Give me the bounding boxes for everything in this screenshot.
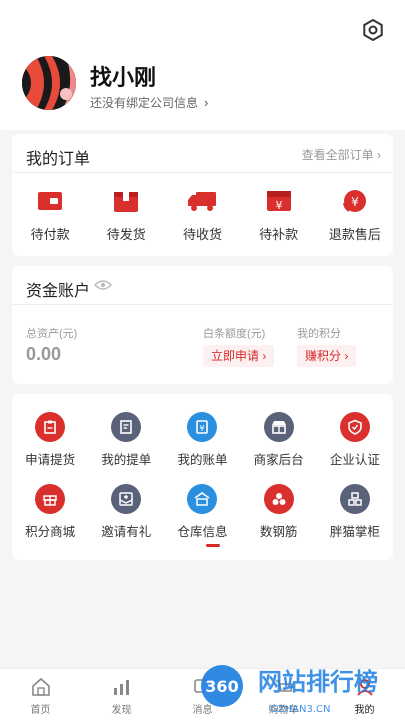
funds-account-card: 资金账户 总资产(元) 0.00 白条额度(元) 立即申请 › 我的积分 赚积分… bbox=[12, 266, 393, 384]
services-row: 积分商城 邀请有礼 仓库信息 数钢筋 胖猫掌柜 bbox=[12, 484, 393, 540]
yuan-card-icon: ¥ bbox=[264, 186, 294, 216]
order-pending-payment[interactable]: 待付款 bbox=[12, 186, 88, 243]
order-refund-aftersale[interactable]: ¥ 退款售后 bbox=[317, 186, 393, 243]
order-item-label: 待发货 bbox=[106, 227, 146, 242]
tab-home[interactable]: 首页 bbox=[0, 669, 81, 720]
rebar-icon bbox=[263, 484, 294, 514]
truck-icon bbox=[187, 186, 217, 216]
order-pending-shipment[interactable]: 待发货 bbox=[88, 186, 164, 243]
tab-label: 发现 bbox=[111, 705, 132, 716]
service-points-mall[interactable]: 积分商城 bbox=[12, 484, 88, 540]
store-icon bbox=[263, 412, 294, 442]
home-icon bbox=[31, 677, 50, 696]
pickup-icon bbox=[35, 412, 66, 442]
service-enterprise-verification[interactable]: 企业认证 bbox=[317, 412, 393, 468]
tab-label: 首页 bbox=[30, 705, 51, 716]
service-my-bills-of-lading[interactable]: 我的提单 bbox=[88, 412, 164, 468]
avatar[interactable] bbox=[22, 56, 76, 110]
company-hint: 还没有绑定公司信息 bbox=[90, 96, 199, 110]
boss-icon bbox=[339, 484, 370, 514]
company-binding-link[interactable]: 还没有绑定公司信息 › bbox=[90, 94, 208, 111]
svg-text:GZHAN3.CN: GZHAN3.CN bbox=[270, 704, 330, 715]
settings-icon[interactable] bbox=[361, 18, 385, 42]
service-count-rebar[interactable]: 数钢筋 bbox=[241, 484, 317, 540]
watermark-logo: 360 网站排行榜 GZHAN3.CN bbox=[201, 665, 378, 715]
gift-icon bbox=[35, 484, 66, 514]
order-item-label: 待收货 bbox=[182, 227, 222, 242]
credit-limit-label: 白条额度(元) bbox=[203, 328, 266, 340]
order-pending-supplement[interactable]: ¥ 待补款 bbox=[241, 186, 317, 243]
my-orders-card: 我的订单 查看全部订单 › 待付款 待发货 待收货 ¥ 待补款 ¥ 退款售后 bbox=[12, 134, 393, 256]
chart-icon bbox=[113, 680, 129, 695]
order-item-label: 待补款 bbox=[259, 227, 299, 242]
ledger-icon: ¥ bbox=[187, 412, 218, 442]
apply-credit-button[interactable]: 立即申请 › bbox=[203, 345, 275, 367]
service-pangmao-manager[interactable]: 胖猫掌柜 bbox=[317, 484, 393, 540]
service-label: 仓库信息 bbox=[177, 525, 228, 539]
warehouse-icon bbox=[187, 484, 218, 514]
svg-text:¥: ¥ bbox=[351, 195, 359, 209]
bill-icon bbox=[111, 412, 142, 442]
service-label: 企业认证 bbox=[329, 453, 380, 467]
refund-icon: ¥ bbox=[340, 186, 370, 216]
service-label: 胖猫掌柜 bbox=[329, 525, 380, 539]
order-pending-receipt[interactable]: 待收货 bbox=[164, 186, 240, 243]
shield-icon bbox=[339, 412, 370, 442]
invite-icon bbox=[111, 484, 142, 514]
total-assets-label: 总资产(元) bbox=[26, 328, 78, 340]
services-row: 申请提货 我的提单 ¥ 我的账单 商家后台 企业认证 bbox=[12, 412, 393, 468]
services-card: 申请提货 我的提单 ¥ 我的账单 商家后台 企业认证 积分商城 邀请有礼 仓库信… bbox=[12, 394, 393, 560]
profile-header: 找小刚 还没有绑定公司信息 › bbox=[0, 0, 405, 130]
service-apply-pickup[interactable]: 申请提货 bbox=[12, 412, 88, 468]
service-label: 积分商城 bbox=[25, 525, 76, 539]
wallet-icon bbox=[35, 186, 65, 216]
page-indicator bbox=[206, 544, 220, 547]
svg-text:¥: ¥ bbox=[275, 199, 282, 212]
service-label: 邀请有礼 bbox=[101, 525, 152, 539]
svg-text:¥: ¥ bbox=[200, 424, 205, 433]
service-merchant-backend[interactable]: 商家后台 bbox=[241, 412, 317, 468]
orders-title: 我的订单 bbox=[26, 151, 91, 168]
divider bbox=[12, 172, 393, 173]
points-label: 我的积分 bbox=[297, 328, 341, 340]
service-my-account[interactable]: ¥ 我的账单 bbox=[164, 412, 240, 468]
avatar-image bbox=[22, 56, 76, 110]
total-assets-value: 0.00 bbox=[26, 344, 62, 364]
order-item-label: 待付款 bbox=[30, 227, 70, 242]
tab-discover[interactable]: 发现 bbox=[81, 669, 162, 720]
service-label: 我的提单 bbox=[101, 453, 152, 467]
service-label: 申请提货 bbox=[25, 453, 76, 467]
view-all-orders-link[interactable]: 查看全部订单 › bbox=[302, 146, 381, 163]
package-icon bbox=[111, 186, 141, 216]
service-label: 商家后台 bbox=[253, 453, 304, 467]
service-label: 数钢筋 bbox=[259, 525, 298, 539]
eye-icon[interactable] bbox=[94, 279, 112, 291]
svg-text:网站排行榜: 网站排行榜 bbox=[258, 668, 378, 696]
order-status-row: 待付款 待发货 待收货 ¥ 待补款 ¥ 退款售后 bbox=[12, 186, 393, 243]
earn-points-button[interactable]: 赚积分 › bbox=[297, 345, 357, 367]
chevron-right-icon: › bbox=[204, 95, 209, 110]
service-label: 我的账单 bbox=[177, 453, 228, 467]
order-item-label: 退款售后 bbox=[328, 227, 381, 242]
svg-text:360: 360 bbox=[205, 677, 238, 696]
divider bbox=[12, 304, 393, 305]
funds-title: 资金账户 bbox=[26, 283, 91, 300]
user-name: 找小刚 bbox=[90, 65, 157, 90]
service-warehouse-info[interactable]: 仓库信息 bbox=[164, 484, 240, 540]
service-invite-rewards[interactable]: 邀请有礼 bbox=[88, 484, 164, 540]
